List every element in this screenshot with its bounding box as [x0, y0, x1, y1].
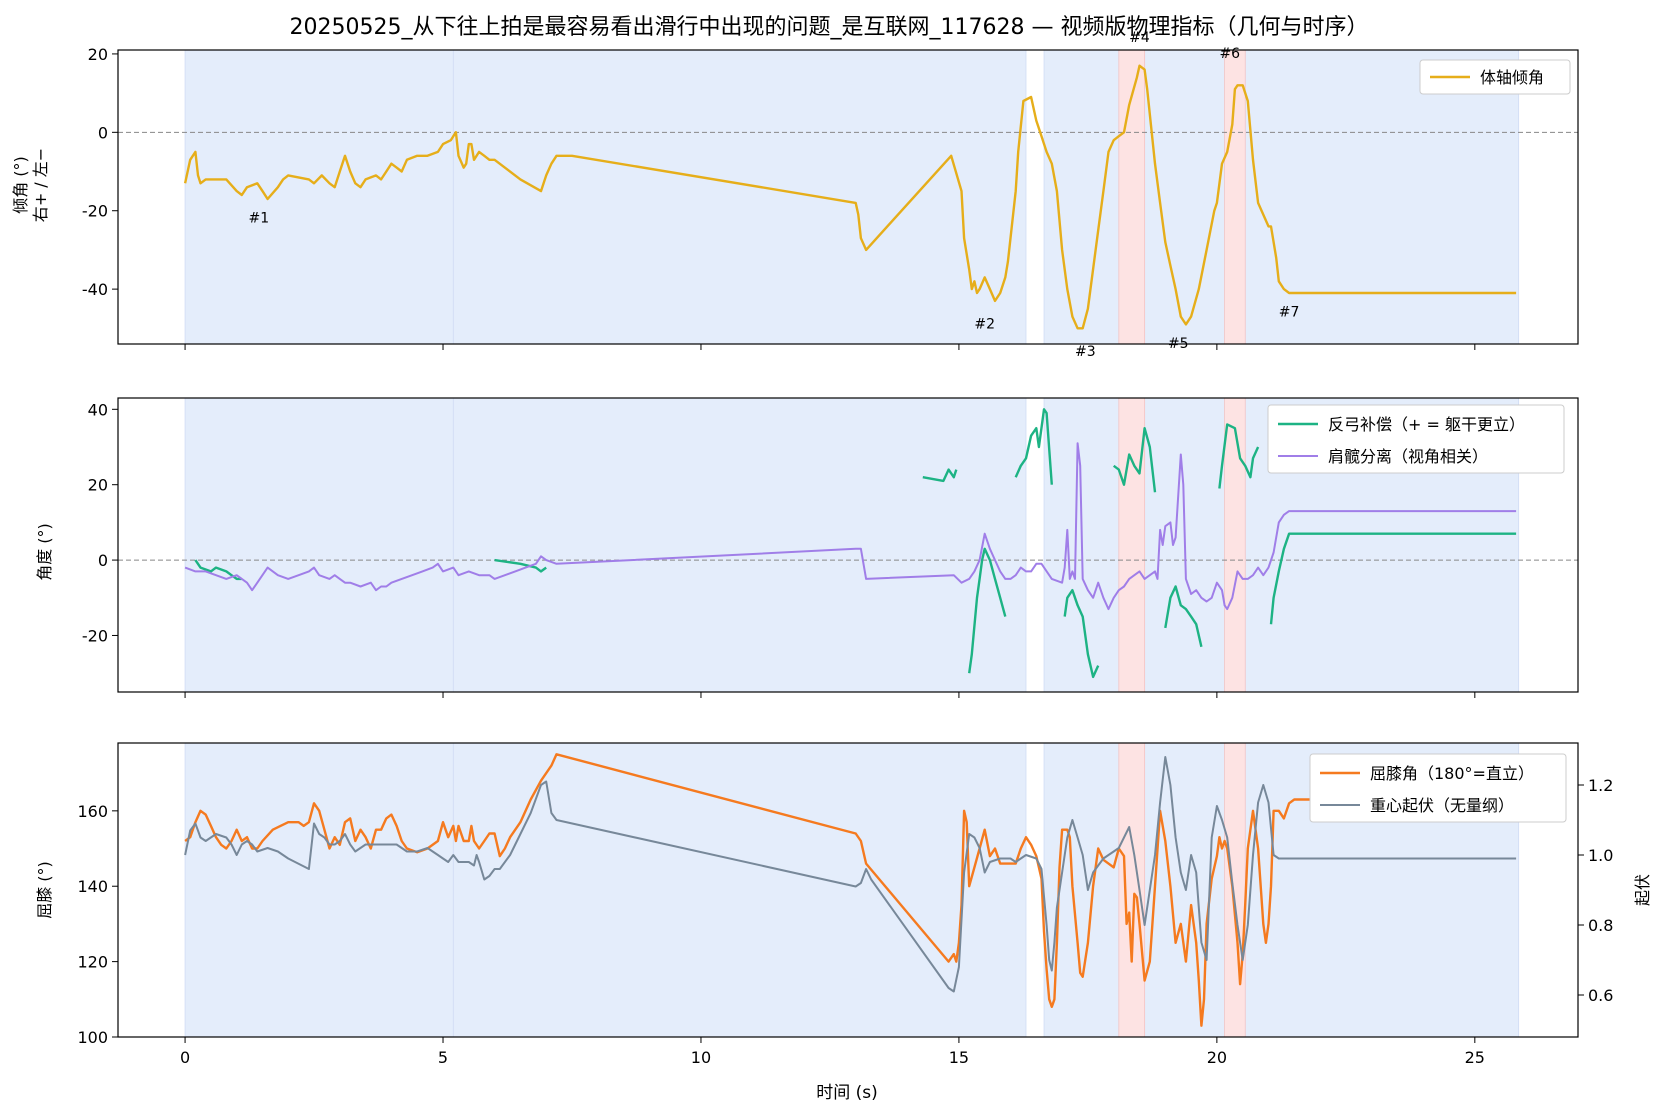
y-tick-label: 0 — [98, 551, 108, 570]
annotation-label: #4 — [1129, 30, 1150, 46]
legend-knee-label: 屈膝角（180°=直立） — [1370, 764, 1534, 783]
phase-band — [184, 49, 454, 345]
y-tick-label: -20 — [82, 202, 108, 221]
annotation-label: #1 — [249, 210, 270, 226]
legend-knee: 屈膝角（180°=直立） 重心起伏（无量纲） — [1309, 753, 1567, 823]
y2-tick-label: 0.6 — [1588, 986, 1613, 1005]
y-tick-label: -40 — [82, 280, 108, 299]
phase-band — [184, 397, 454, 693]
figure: 20250525_从下往上拍是最容易看出滑行中出现的问题_是互联网_117628… — [11, 15, 1652, 1103]
annotation-label: #7 — [1279, 305, 1300, 321]
legend-angles: 反弓补偿（+ = 躯干更立） 肩髋分离（视角相关） — [1267, 404, 1565, 474]
subplot-tilt: 20 0 -20 -40 #1 #2 #3 #4 #5 #6 #7 倾角 (°) 右+ / 左− 体… — [11, 30, 1579, 360]
phase-band — [452, 49, 1027, 345]
annotation-label: #2 — [974, 316, 995, 332]
y-tick-label: 140 — [77, 877, 108, 896]
phase-band — [452, 397, 1027, 693]
legend-com-label: 重心起伏（无量纲） — [1370, 796, 1514, 815]
x-tick-label: 0 — [180, 1048, 190, 1067]
annotation-label: #3 — [1075, 344, 1096, 360]
y-tick-label: 40 — [88, 400, 108, 419]
y-tick-label: 160 — [77, 802, 108, 821]
y2-tick-label: 1.0 — [1588, 846, 1613, 865]
legend-shoulder-hip-label: 肩髋分离（视角相关） — [1328, 447, 1488, 466]
ylabel-tilt-line1: 倾角 (°) — [11, 156, 30, 214]
phase-band — [184, 742, 454, 1038]
y2-tick-label: 0.8 — [1588, 916, 1613, 935]
legend-tilt: 体轴倾角 — [1419, 59, 1571, 95]
ylabel-tilt-line2: 右+ / 左− — [31, 148, 50, 222]
y-tick-label: 20 — [88, 476, 108, 495]
x-tick-label: 20 — [1207, 1048, 1227, 1067]
legend-counter-arc-label: 反弓补偿（+ = 躯干更立） — [1328, 415, 1525, 434]
xlabel: 时间 (s) — [816, 1083, 878, 1103]
x-tick-label: 15 — [949, 1048, 969, 1067]
y2-tick-label: 1.2 — [1588, 776, 1613, 795]
highlight-band — [1224, 742, 1246, 1038]
highlight-band — [1118, 742, 1146, 1038]
ylabel-angles: 角度 (°) — [35, 523, 54, 581]
y-tick-label: 0 — [98, 123, 108, 142]
annotation-label: #5 — [1168, 336, 1189, 352]
subplot-knee: 160 140 120 100 1.2 1.0 0.8 0.6 0 5 10 15 20 25 屈膝 (°… — [35, 742, 1652, 1067]
y-tick-label: 20 — [88, 45, 108, 64]
ylabel-knee: 屈膝 (°) — [35, 861, 54, 919]
legend-tilt-label: 体轴倾角 — [1480, 68, 1544, 87]
ylabel-com: 起伏 — [1633, 874, 1652, 906]
figure-title: 20250525_从下往上拍是最容易看出滑行中出现的问题_是互联网_117628… — [290, 15, 1369, 40]
y-tick-label: 100 — [77, 1028, 108, 1047]
subplot-angles: 40 20 0 -20 角度 (°) 反弓补偿（+ = 躯干更立） 肩髋分离（视角相关… — [35, 397, 1579, 698]
x-tick-label: 5 — [438, 1048, 448, 1067]
y-tick-label: 120 — [77, 953, 108, 972]
x-tick-label: 10 — [691, 1048, 711, 1067]
x-tick-label: 25 — [1465, 1048, 1485, 1067]
highlight-band — [1118, 397, 1146, 693]
y-tick-label: -20 — [82, 626, 108, 645]
highlight-band — [1224, 397, 1246, 693]
annotation-label: #6 — [1219, 46, 1240, 62]
